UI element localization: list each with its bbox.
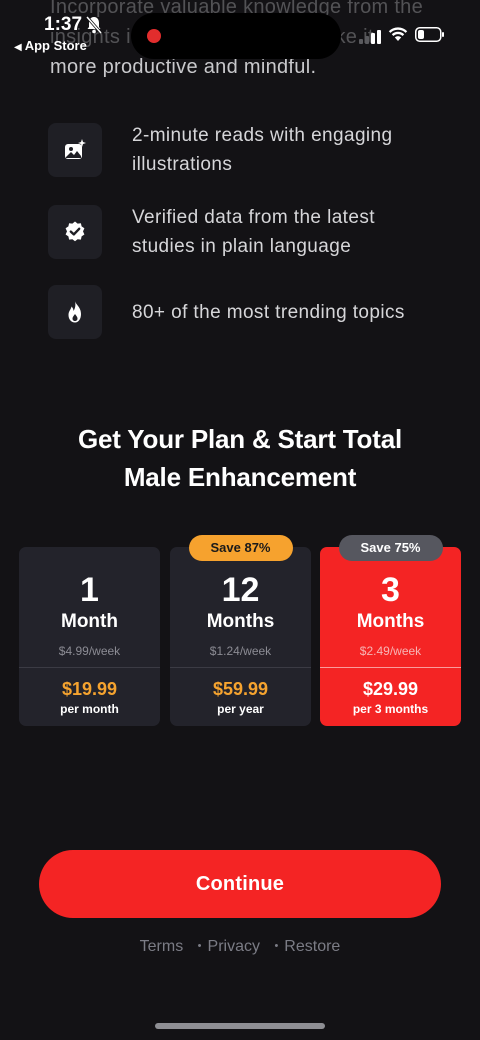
plan-unit: Month (61, 611, 118, 632)
feature-item-trending: 80+ of the most trending topics (48, 285, 442, 339)
feature-icon-box (48, 205, 102, 259)
plan-title-line1: Get Your Plan & Start Total (78, 424, 402, 454)
fire-icon (68, 301, 81, 323)
save-badge: Save 87% (188, 535, 293, 561)
plan-card-12-months[interactable]: Save 87% 12 Months $1.24/week $59.99 per… (170, 535, 311, 726)
plan-number: 12 (221, 571, 260, 609)
back-triangle-icon: ◀ (14, 42, 22, 53)
status-time: 1:37 (44, 14, 83, 35)
cellular-signal-icon (359, 30, 381, 44)
feature-item-verified: Verified data from the latest studies in… (48, 203, 442, 261)
plan-unit: Months (356, 611, 425, 632)
plan-period: per year (217, 702, 264, 716)
verified-badge-icon (65, 221, 85, 242)
continue-button[interactable]: Continue (39, 850, 441, 918)
home-indicator (155, 1023, 325, 1029)
status-bar: 1:37 ◀ App Store (0, 0, 480, 64)
plan-divider (19, 667, 160, 668)
battery-icon (415, 27, 444, 42)
back-to-app-store[interactable]: ◀ App Store (14, 38, 87, 53)
silent-bell-icon (86, 16, 102, 34)
feature-icon-box (48, 123, 102, 177)
plan-price: $29.99 (362, 679, 419, 699)
footer-separator: • (274, 940, 279, 952)
plan-price: $19.99 (61, 679, 118, 699)
plan-weekly-price: $1.24/week (209, 644, 272, 658)
recording-dot-icon (147, 29, 161, 43)
save-badge: Save 75% (338, 535, 443, 561)
footer-links: Terms • Privacy • Restore (0, 938, 480, 956)
plan-period: per month (60, 702, 119, 716)
footer-separator: • (197, 940, 202, 952)
plan-title: Get Your Plan & Start Total Male Enhance… (0, 420, 480, 496)
feature-text: 2-minute reads with engaging illustratio… (132, 125, 393, 175)
plan-unit: Months (206, 611, 275, 632)
back-app-label: App Store (24, 38, 87, 53)
feature-text: 80+ of the most trending topics (132, 301, 405, 323)
plan-price: $59.99 (212, 679, 269, 699)
feature-icon-box (48, 285, 102, 339)
plan-divider (170, 667, 311, 668)
plan-card-1-month[interactable]: 1 Month $4.99/week $19.99 per month (19, 547, 160, 726)
plan-card-3-months[interactable]: Save 75% 3 Months $2.49/week $29.99 per … (320, 535, 461, 726)
plan-weekly-price: $4.99/week (58, 644, 121, 658)
plan-number: 3 (381, 571, 400, 609)
feature-text: Verified data from the latest studies in… (132, 207, 375, 257)
wifi-icon (388, 27, 408, 41)
restore-link[interactable]: Restore (284, 938, 340, 955)
plan-number: 1 (80, 571, 99, 609)
plan-period: per 3 months (352, 702, 429, 716)
plan-title-line2: Male Enhancement (123, 462, 357, 492)
feature-item-illustrations: 2-minute reads with engaging illustratio… (48, 121, 442, 179)
privacy-link[interactable]: Privacy (208, 938, 260, 955)
plan-weekly-price: $2.49/week (359, 644, 422, 658)
plan-divider (320, 667, 461, 668)
dynamic-island (131, 13, 341, 59)
sparkle-image-icon (65, 139, 86, 159)
terms-link[interactable]: Terms (140, 938, 184, 955)
